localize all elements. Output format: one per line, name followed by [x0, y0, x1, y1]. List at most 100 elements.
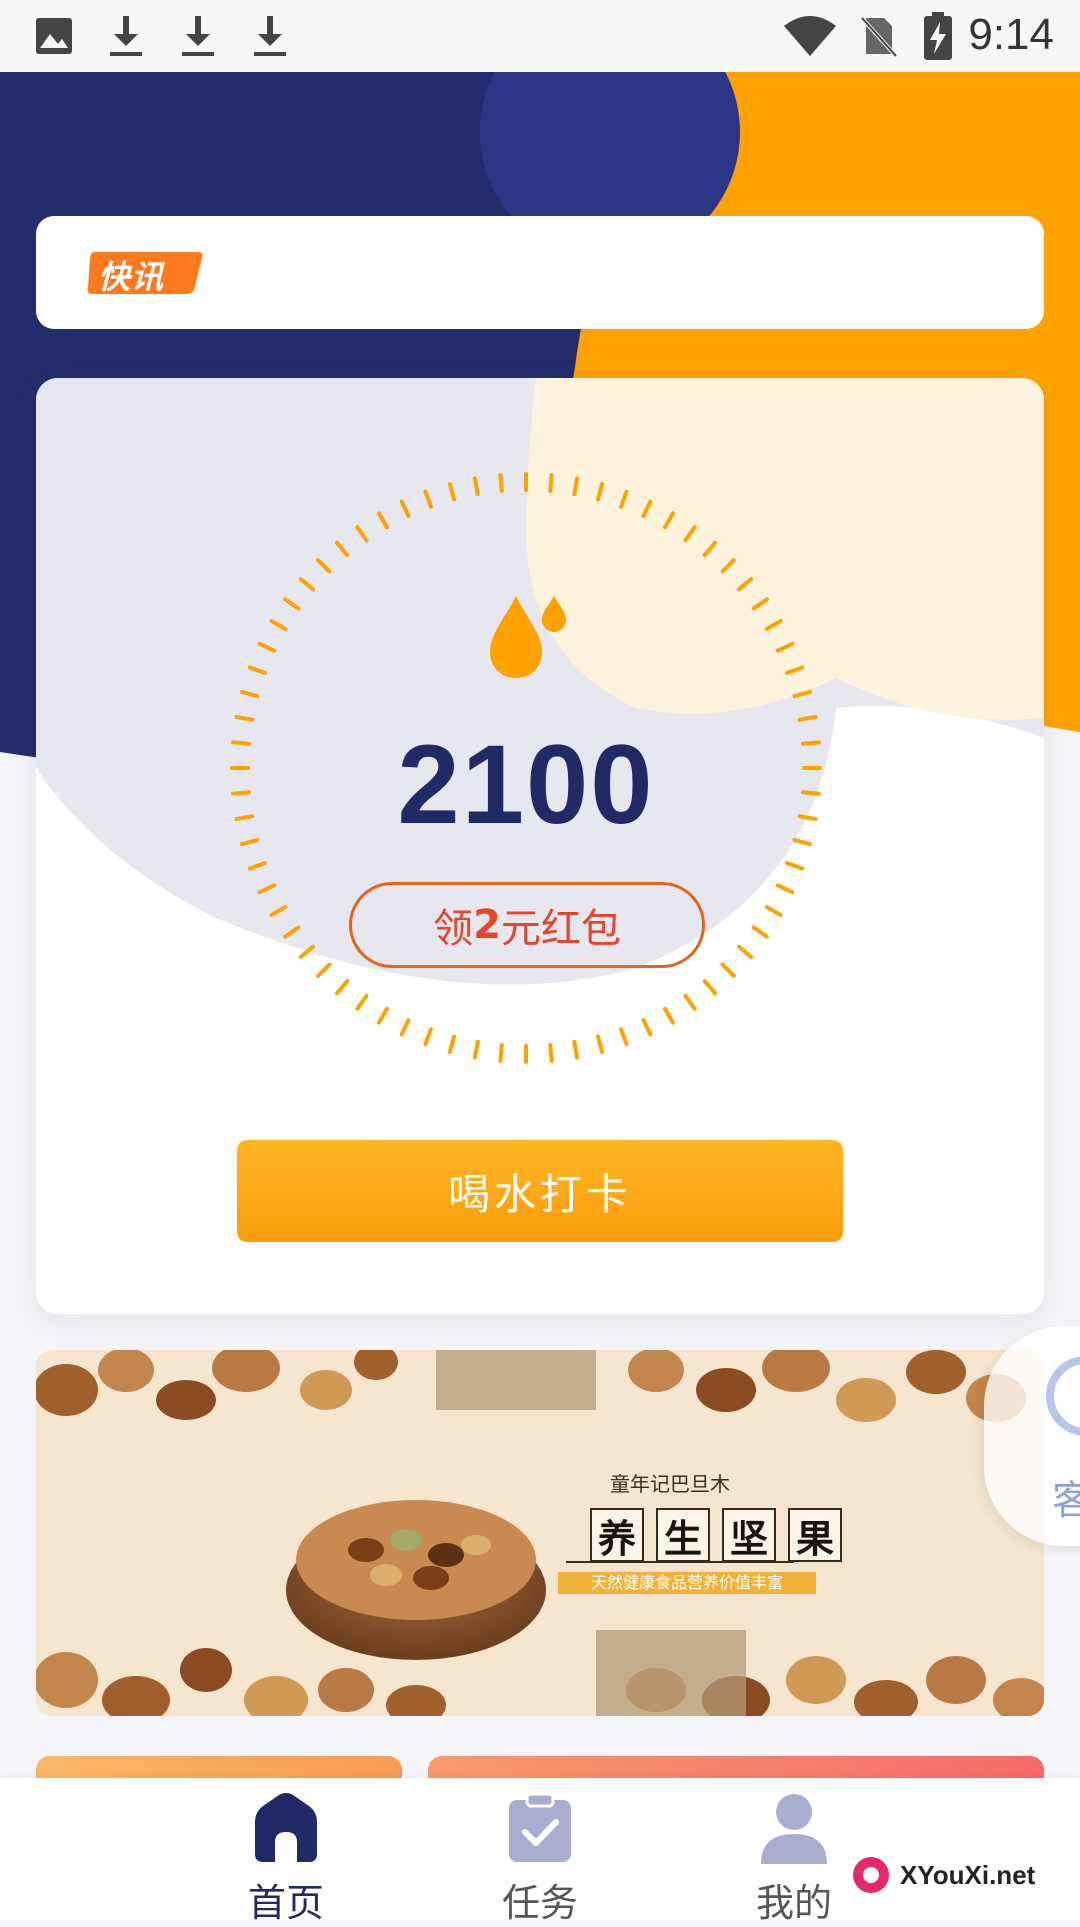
- no-sim-icon: [858, 14, 898, 58]
- image-icon: [36, 18, 72, 54]
- dial-tick: [797, 814, 818, 822]
- nav-profile[interactable]: 我的: [724, 1792, 864, 1927]
- dial-tick: [619, 489, 629, 509]
- dial-tick: [785, 861, 805, 871]
- dial-tick: [423, 489, 433, 509]
- dial-tick: [641, 1017, 653, 1037]
- dial-tick: [298, 944, 316, 959]
- watermark-text: XYouXi.net: [900, 1860, 1036, 1890]
- claim-redpacket-button[interactable]: 领 2 元红包: [349, 882, 705, 968]
- dial-tick: [572, 1039, 580, 1060]
- dial-tick: [683, 993, 697, 1011]
- clock: 9:14: [968, 10, 1054, 59]
- customer-service-icon: [1046, 1356, 1080, 1436]
- dial-tick: [355, 993, 369, 1011]
- dial-tick: [283, 597, 301, 611]
- dial-tick: [702, 540, 717, 558]
- dial-tick: [797, 714, 818, 722]
- dial-tick: [335, 978, 350, 996]
- nuts-banner-image: [36, 1350, 1044, 1716]
- dial-tick: [283, 925, 301, 939]
- dial-tick: [572, 476, 580, 497]
- banner-title-char: 坚: [722, 1508, 776, 1562]
- dial-tick: [498, 473, 504, 494]
- dial-tick: [720, 558, 736, 574]
- dial-tick: [548, 473, 554, 494]
- nav-home[interactable]: 首页: [216, 1792, 356, 1927]
- news-tag-label: 快讯: [98, 258, 165, 296]
- dial-tick: [472, 476, 480, 497]
- dial-tick: [800, 790, 821, 796]
- redpacket-amount: 2: [473, 902, 501, 948]
- watermark: XYouXi.net: [853, 1857, 1036, 1893]
- nuts-banner[interactable]: [36, 1350, 1044, 1716]
- watermark-logo-icon: [853, 1857, 889, 1893]
- dial-tick: [775, 641, 795, 653]
- water-drop-icon: [490, 596, 566, 678]
- banner-title: 养 生 坚 果: [590, 1508, 842, 1562]
- dial-tick: [316, 558, 332, 574]
- download-icon: [182, 16, 214, 56]
- dial-tick: [399, 1017, 411, 1037]
- news-bar[interactable]: 快讯: [36, 216, 1044, 329]
- dial-tick: [234, 714, 255, 722]
- dial-tick: [736, 944, 754, 959]
- redpacket-label-post: 元红包: [500, 906, 621, 952]
- dial-tick: [595, 1034, 605, 1054]
- water-checkin-button[interactable]: 喝水打卡: [237, 1140, 843, 1242]
- dial-tick: [247, 665, 267, 675]
- dial-tick: [751, 597, 769, 611]
- download-icon: [254, 16, 286, 56]
- dial-tick: [240, 837, 260, 847]
- news-tag: 快讯: [86, 250, 204, 296]
- dial-tick: [335, 540, 350, 558]
- banner-title-char: 生: [656, 1508, 710, 1562]
- nav-profile-label: 我的: [755, 1881, 832, 1925]
- dial-tick: [800, 740, 821, 746]
- dial-tick: [663, 511, 675, 530]
- dial-tick: [792, 689, 812, 699]
- dial-tick: [231, 790, 252, 796]
- dial-tick: [683, 525, 697, 543]
- dial-tick: [240, 689, 260, 699]
- status-bar: 9:14: [0, 0, 1080, 72]
- dial-tick: [269, 905, 288, 917]
- dial-tick: [399, 499, 411, 519]
- battery-charging-icon: [924, 12, 952, 60]
- dial-tick: [595, 482, 605, 502]
- dial-tick: [234, 814, 255, 822]
- dial-tick: [298, 577, 316, 592]
- dial-tick: [472, 1039, 480, 1060]
- clipboard-check-icon: [509, 1792, 571, 1862]
- dial-tick: [764, 619, 783, 631]
- bottom-navigation: 首页 任务 我的: [0, 1778, 1080, 1925]
- download-icon: [110, 16, 142, 56]
- dial-tick: [775, 883, 795, 895]
- wifi-icon: [784, 16, 836, 56]
- banner-title-char: 养: [590, 1508, 644, 1562]
- dial-tick: [736, 577, 754, 592]
- customer-service-label: 客: [1052, 1478, 1080, 1524]
- home-icon: [255, 1793, 317, 1862]
- dial-tick: [377, 1006, 389, 1025]
- dial-tick: [792, 837, 812, 847]
- banner-subtitle: 天然健康食品营养价值丰富: [558, 1572, 816, 1594]
- dial-tick: [316, 962, 332, 978]
- dial-tick: [663, 1006, 675, 1025]
- dial-tick: [641, 499, 653, 519]
- nav-tasks[interactable]: 任务: [470, 1792, 610, 1927]
- dial-tick: [269, 619, 288, 631]
- banner-title-char: 果: [788, 1508, 842, 1562]
- user-icon: [761, 1794, 827, 1864]
- dial-tick: [355, 525, 369, 543]
- dial-tick: [447, 1034, 457, 1054]
- dial-tick: [548, 1042, 554, 1063]
- dial-tick: [785, 665, 805, 675]
- nav-home-label: 首页: [247, 1881, 324, 1925]
- dial-tick: [257, 883, 277, 895]
- dial-tick: [423, 1027, 433, 1047]
- dial-tick: [498, 1042, 504, 1063]
- dial-tick: [447, 482, 457, 502]
- dial-tick: [720, 962, 736, 978]
- dial-tick: [702, 978, 717, 996]
